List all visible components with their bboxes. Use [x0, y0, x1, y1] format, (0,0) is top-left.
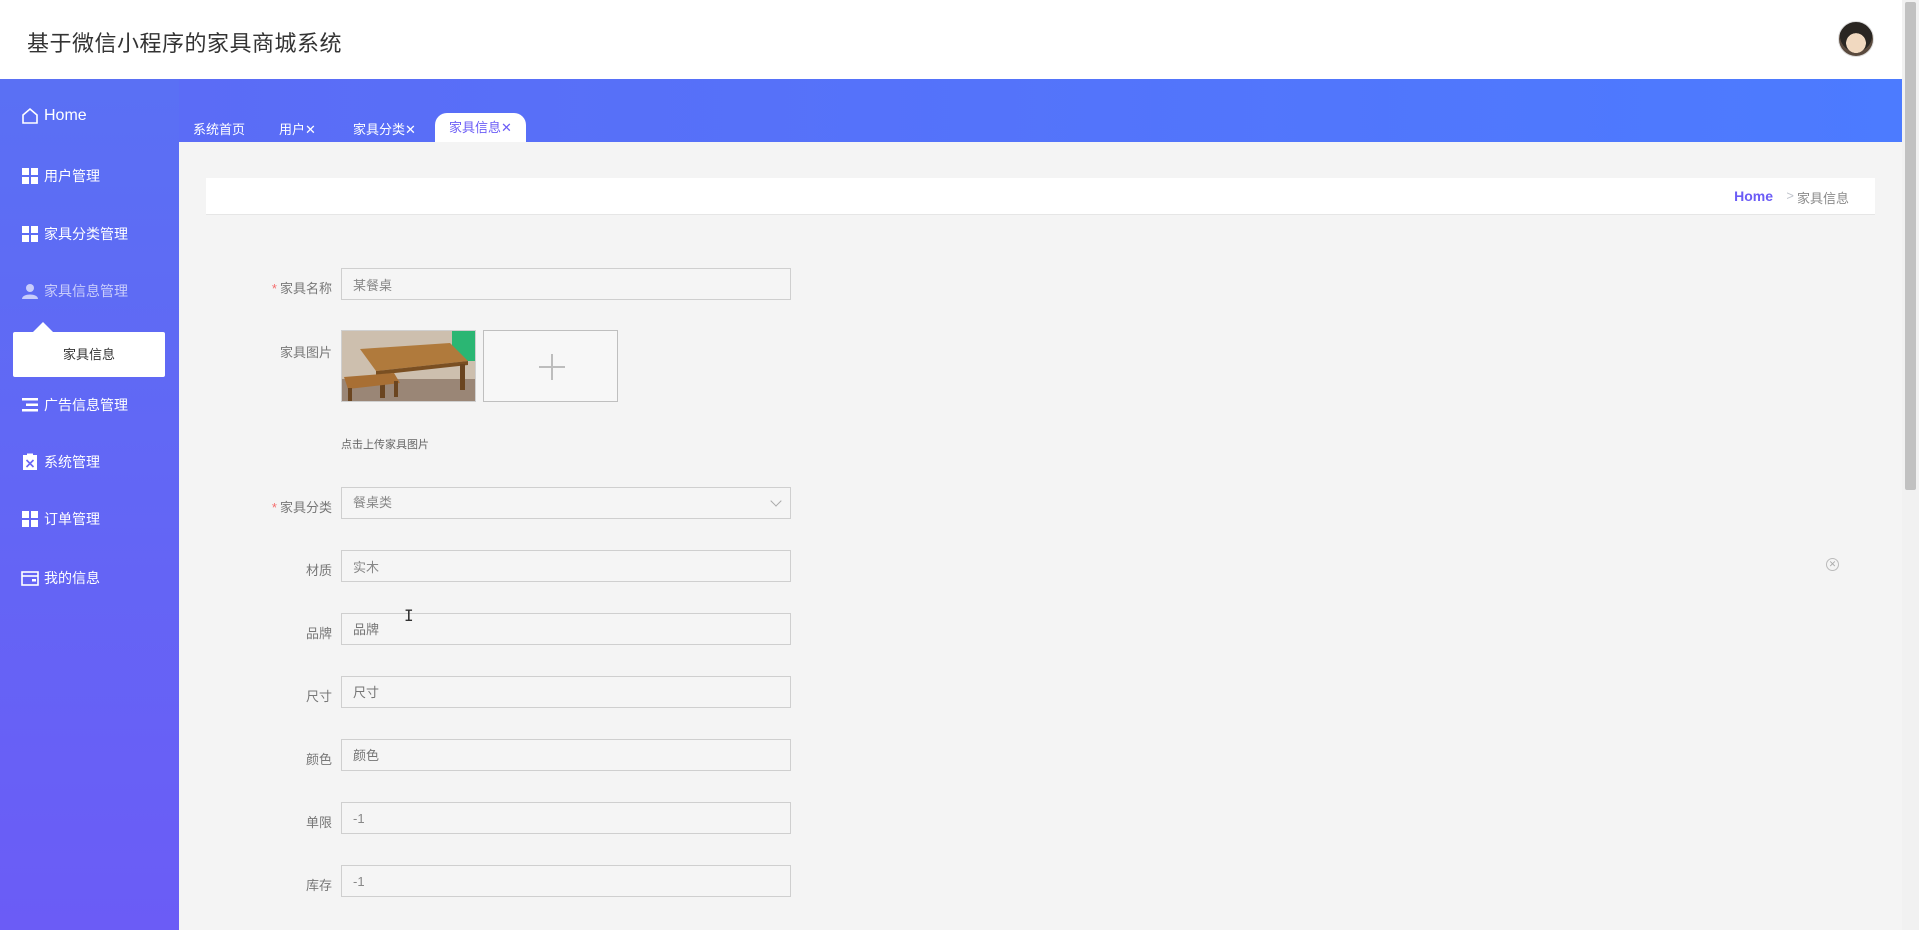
sidebar-item-user-management[interactable]: 用户管理	[20, 166, 100, 186]
material-label: 材质	[305, 563, 332, 578]
list-icon	[20, 395, 40, 415]
sidebar-item-system-management[interactable]: 系统管理	[20, 452, 100, 472]
tab-furniture-info[interactable]: 家具信息✕	[435, 113, 526, 142]
limit-label: 单限	[305, 815, 332, 830]
user-icon	[20, 281, 40, 301]
limit-input[interactable]	[341, 802, 791, 834]
home-icon	[20, 106, 40, 126]
sidebar-item-label: 家具分类管理	[44, 226, 128, 242]
breadcrumb-home[interactable]: Home	[1734, 188, 1773, 204]
color-label: 颜色	[305, 752, 332, 767]
user-avatar[interactable]	[1838, 21, 1874, 57]
tab-bar: 系统首页 用户✕ 家具分类✕ 家具信息✕	[179, 79, 1902, 142]
scrollbar-thumb[interactable]	[1905, 2, 1916, 490]
size-label: 尺寸	[305, 689, 332, 704]
material-input[interactable]	[341, 550, 791, 582]
size-input[interactable]	[341, 676, 791, 708]
grid-icon	[20, 509, 40, 529]
grid-icon	[20, 166, 40, 186]
sidebar-item-label: 系统管理	[44, 454, 100, 470]
sidebar: Home 用户管理 家具分类管理 家具信息管理 家具信息 广告信息管理 系统管理	[0, 79, 179, 930]
category-label: * 家具分类	[271, 500, 332, 515]
submenu: 家具信息	[13, 322, 165, 377]
upload-tip: 点击上传家具图片	[341, 439, 429, 451]
color-input[interactable]	[341, 739, 791, 771]
top-header: 基于微信小程序的家具商城系统	[0, 0, 1902, 79]
tab-users[interactable]: 用户✕	[279, 118, 316, 142]
breadcrumb-current: 家具信息	[1796, 191, 1849, 206]
wallet-icon	[20, 568, 40, 588]
sidebar-item-label: 家具信息管理	[44, 283, 128, 299]
chevron-down-icon	[770, 495, 782, 507]
upload-add-button[interactable]	[483, 330, 618, 402]
clipboard-icon	[20, 452, 40, 472]
breadcrumb: Home > 家具信息	[206, 178, 1875, 215]
breadcrumb-separator: >	[1786, 188, 1794, 203]
page-scrollbar[interactable]	[1902, 0, 1919, 930]
stock-label: 库存	[305, 878, 332, 893]
tab-furniture-category[interactable]: 家具分类✕	[353, 118, 416, 142]
app-title: 基于微信小程序的家具商城系统	[27, 31, 343, 56]
stock-input[interactable]	[341, 865, 791, 897]
sidebar-item-label: 用户管理	[44, 168, 100, 184]
image-label: 家具图片	[279, 345, 332, 360]
sidebar-item-label: Home	[44, 107, 87, 124]
sidebar-item-my-info[interactable]: 我的信息	[20, 568, 100, 588]
clear-icon[interactable]: ✕	[1826, 558, 1839, 571]
sidebar-item-label: 订单管理	[44, 511, 100, 527]
sidebar-item-label: 我的信息	[44, 570, 100, 586]
name-input[interactable]	[341, 268, 791, 300]
name-label: * 家具名称	[271, 281, 332, 296]
sidebar-item-home[interactable]: Home	[20, 106, 87, 126]
sidebar-item-label: 广告信息管理	[44, 397, 128, 413]
category-select[interactable]: 餐桌类	[341, 487, 791, 519]
submenu-item-furniture-info[interactable]: 家具信息	[13, 332, 165, 377]
sidebar-item-furniture-info-management[interactable]: 家具信息管理	[20, 281, 128, 301]
text-cursor-icon: I	[404, 606, 414, 625]
sidebar-item-ad-management[interactable]: 广告信息管理	[20, 395, 128, 415]
furniture-image-thumbnail[interactable]	[341, 330, 476, 402]
sidebar-item-category-management[interactable]: 家具分类管理	[20, 224, 128, 244]
grid-icon	[20, 224, 40, 244]
sidebar-item-order-management[interactable]: 订单管理	[20, 509, 100, 529]
brand-label: 品牌	[305, 626, 332, 641]
tab-dashboard[interactable]: 系统首页	[193, 118, 245, 142]
